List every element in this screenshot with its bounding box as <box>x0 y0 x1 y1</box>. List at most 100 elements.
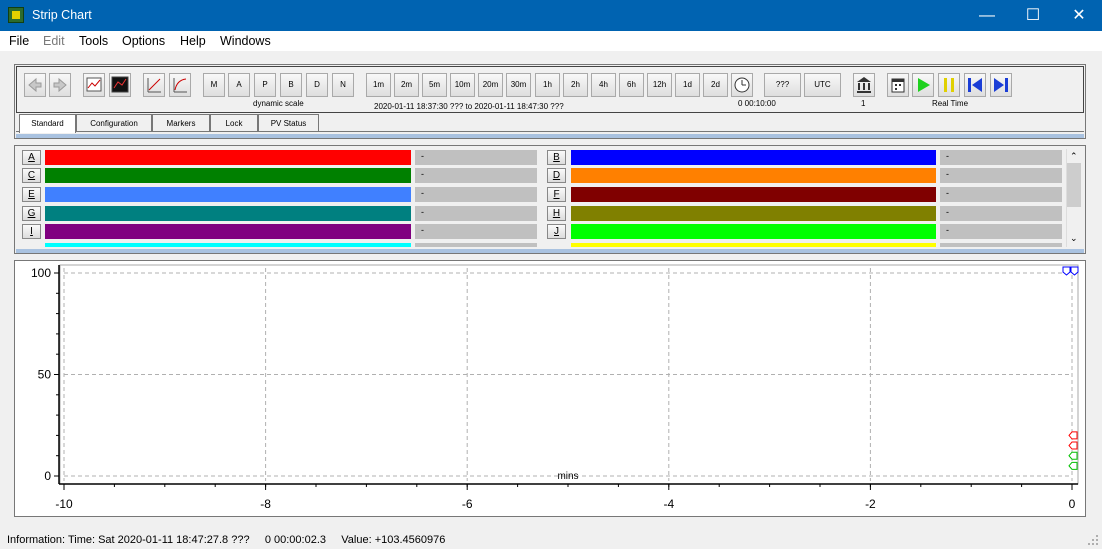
menu-windows[interactable]: Windows <box>220 34 271 48</box>
building-icon <box>857 77 871 93</box>
tab-lock[interactable]: Lock <box>210 114 258 132</box>
range-1d-button[interactable]: 1d <box>675 73 700 97</box>
scale-b-button[interactable]: B <box>280 73 302 97</box>
y-tick-label: 0 <box>44 469 51 483</box>
title-bar[interactable]: Strip Chart — ☐ ✕ <box>0 0 1102 31</box>
pv-button-j[interactable]: J <box>547 224 566 239</box>
scale-m-button[interactable]: M <box>203 73 225 97</box>
menu-edit[interactable]: Edit <box>43 34 65 48</box>
pv-color-bar[interactable] <box>45 168 411 183</box>
skip-back-icon <box>968 78 982 92</box>
menu-help[interactable]: Help <box>180 34 206 48</box>
range-2m-button[interactable]: 2m <box>394 73 419 97</box>
pv-value-field[interactable]: - <box>940 168 1062 183</box>
range-6h-button[interactable]: 6h <box>619 73 644 97</box>
range-12h-button[interactable]: 12h <box>647 73 672 97</box>
tab-markers[interactable]: Markers <box>152 114 210 132</box>
close-button[interactable]: ✕ <box>1056 0 1102 31</box>
pv-color-bar[interactable] <box>571 206 936 221</box>
menu-options[interactable]: Options <box>122 34 165 48</box>
range-30m-button[interactable]: 30m <box>506 73 531 97</box>
pv-color-bar[interactable] <box>45 224 411 239</box>
pv-color-bar[interactable] <box>571 168 936 183</box>
pv-button-e[interactable]: E <box>22 187 41 202</box>
archive-button[interactable] <box>853 73 875 97</box>
pv-color-bar[interactable] <box>571 187 936 202</box>
linear-scale-button[interactable] <box>143 73 165 97</box>
chart-panel[interactable]: 100 50 0 -10 -8 -6 -4 -2 0 mins <box>14 260 1086 517</box>
range-1h-button[interactable]: 1h <box>535 73 560 97</box>
pv-button-g[interactable]: G <box>22 206 41 221</box>
pv-value-field[interactable]: - <box>940 206 1062 221</box>
skip-end-button[interactable] <box>990 73 1012 97</box>
minimize-button[interactable]: — <box>964 0 1010 31</box>
x-axis-label: mins <box>557 471 578 482</box>
menu-tools[interactable]: Tools <box>79 34 108 48</box>
range-10m-button[interactable]: 10m <box>450 73 475 97</box>
resize-grip-icon[interactable] <box>1087 534 1099 546</box>
pv-button-b[interactable]: B <box>547 150 566 165</box>
pv-button-f[interactable]: F <box>547 187 566 202</box>
strip-chart[interactable]: 100 50 0 -10 -8 -6 -4 -2 0 mins <box>15 261 1085 516</box>
pv-button-h[interactable]: H <box>547 206 566 221</box>
pv-value-field[interactable]: - <box>940 224 1062 239</box>
pv-value-field[interactable]: - <box>415 150 537 165</box>
play-icon <box>918 78 930 92</box>
scale-d-button[interactable]: D <box>306 73 328 97</box>
maximize-button[interactable]: ☐ <box>1010 0 1056 31</box>
pv-color-bar[interactable] <box>571 243 936 247</box>
pv-color-bar[interactable] <box>45 206 411 221</box>
pv-scroll-thumb[interactable] <box>1067 163 1081 207</box>
pv-color-bar[interactable] <box>45 243 411 247</box>
skip-forward-icon <box>994 78 1008 92</box>
log-scale-button[interactable] <box>169 73 191 97</box>
range-2d-button[interactable]: 2d <box>703 73 728 97</box>
pv-value-field[interactable] <box>940 243 1062 247</box>
x-tick-label: -4 <box>663 497 674 511</box>
pv-button-d[interactable]: D <box>547 168 566 183</box>
tab-standard[interactable]: Standard <box>19 114 76 133</box>
pause-button[interactable] <box>938 73 960 97</box>
pv-value-field[interactable]: - <box>415 187 537 202</box>
tab-configuration[interactable]: Configuration <box>76 114 152 132</box>
pv-button-i[interactable]: I <box>22 224 41 239</box>
play-button[interactable] <box>912 73 934 97</box>
skip-start-button[interactable] <box>964 73 986 97</box>
pv-value-field[interactable]: - <box>415 224 537 239</box>
pv-value-field[interactable]: - <box>940 187 1062 202</box>
monitor-view-button[interactable] <box>109 73 131 97</box>
calendar-button[interactable] <box>887 73 909 97</box>
pv-color-bar[interactable] <box>571 150 936 165</box>
range-4h-button[interactable]: 4h <box>591 73 616 97</box>
pv-value-field[interactable]: - <box>415 206 537 221</box>
pv-button-a[interactable]: A <box>22 150 41 165</box>
range-5m-button[interactable]: 5m <box>422 73 447 97</box>
scale-a-button[interactable]: A <box>228 73 250 97</box>
pause-icon <box>944 78 954 92</box>
pv-value-field[interactable]: - <box>415 168 537 183</box>
utc-button[interactable]: UTC <box>804 73 841 97</box>
pv-color-bar[interactable] <box>45 187 411 202</box>
pv-button-c[interactable]: C <box>22 168 41 183</box>
scroll-down-icon[interactable]: ⌄ <box>1070 233 1078 244</box>
menu-file[interactable]: File <box>9 34 29 48</box>
pv-color-bar[interactable] <box>45 150 411 165</box>
pv-value-field[interactable] <box>415 243 537 247</box>
timezone-button[interactable]: ??? <box>764 73 801 97</box>
pv-color-bar[interactable] <box>571 224 936 239</box>
forward-button[interactable] <box>49 73 71 97</box>
range-2h-button[interactable]: 2h <box>563 73 588 97</box>
custom-range-button[interactable] <box>731 73 753 97</box>
back-button[interactable] <box>24 73 46 97</box>
tab-pv-status[interactable]: PV Status <box>258 114 319 132</box>
x-tick-label: -6 <box>462 497 473 511</box>
scale-p-button[interactable]: P <box>254 73 276 97</box>
pv-value-field[interactable]: - <box>940 150 1062 165</box>
chart-view-button[interactable] <box>83 73 105 97</box>
scale-n-button[interactable]: N <box>332 73 354 97</box>
range-20m-button[interactable]: 20m <box>478 73 503 97</box>
scroll-up-icon[interactable]: ⌃ <box>1070 151 1078 162</box>
arrow-right-icon <box>53 77 67 93</box>
arrow-left-icon <box>28 77 42 93</box>
range-1m-button[interactable]: 1m <box>366 73 391 97</box>
